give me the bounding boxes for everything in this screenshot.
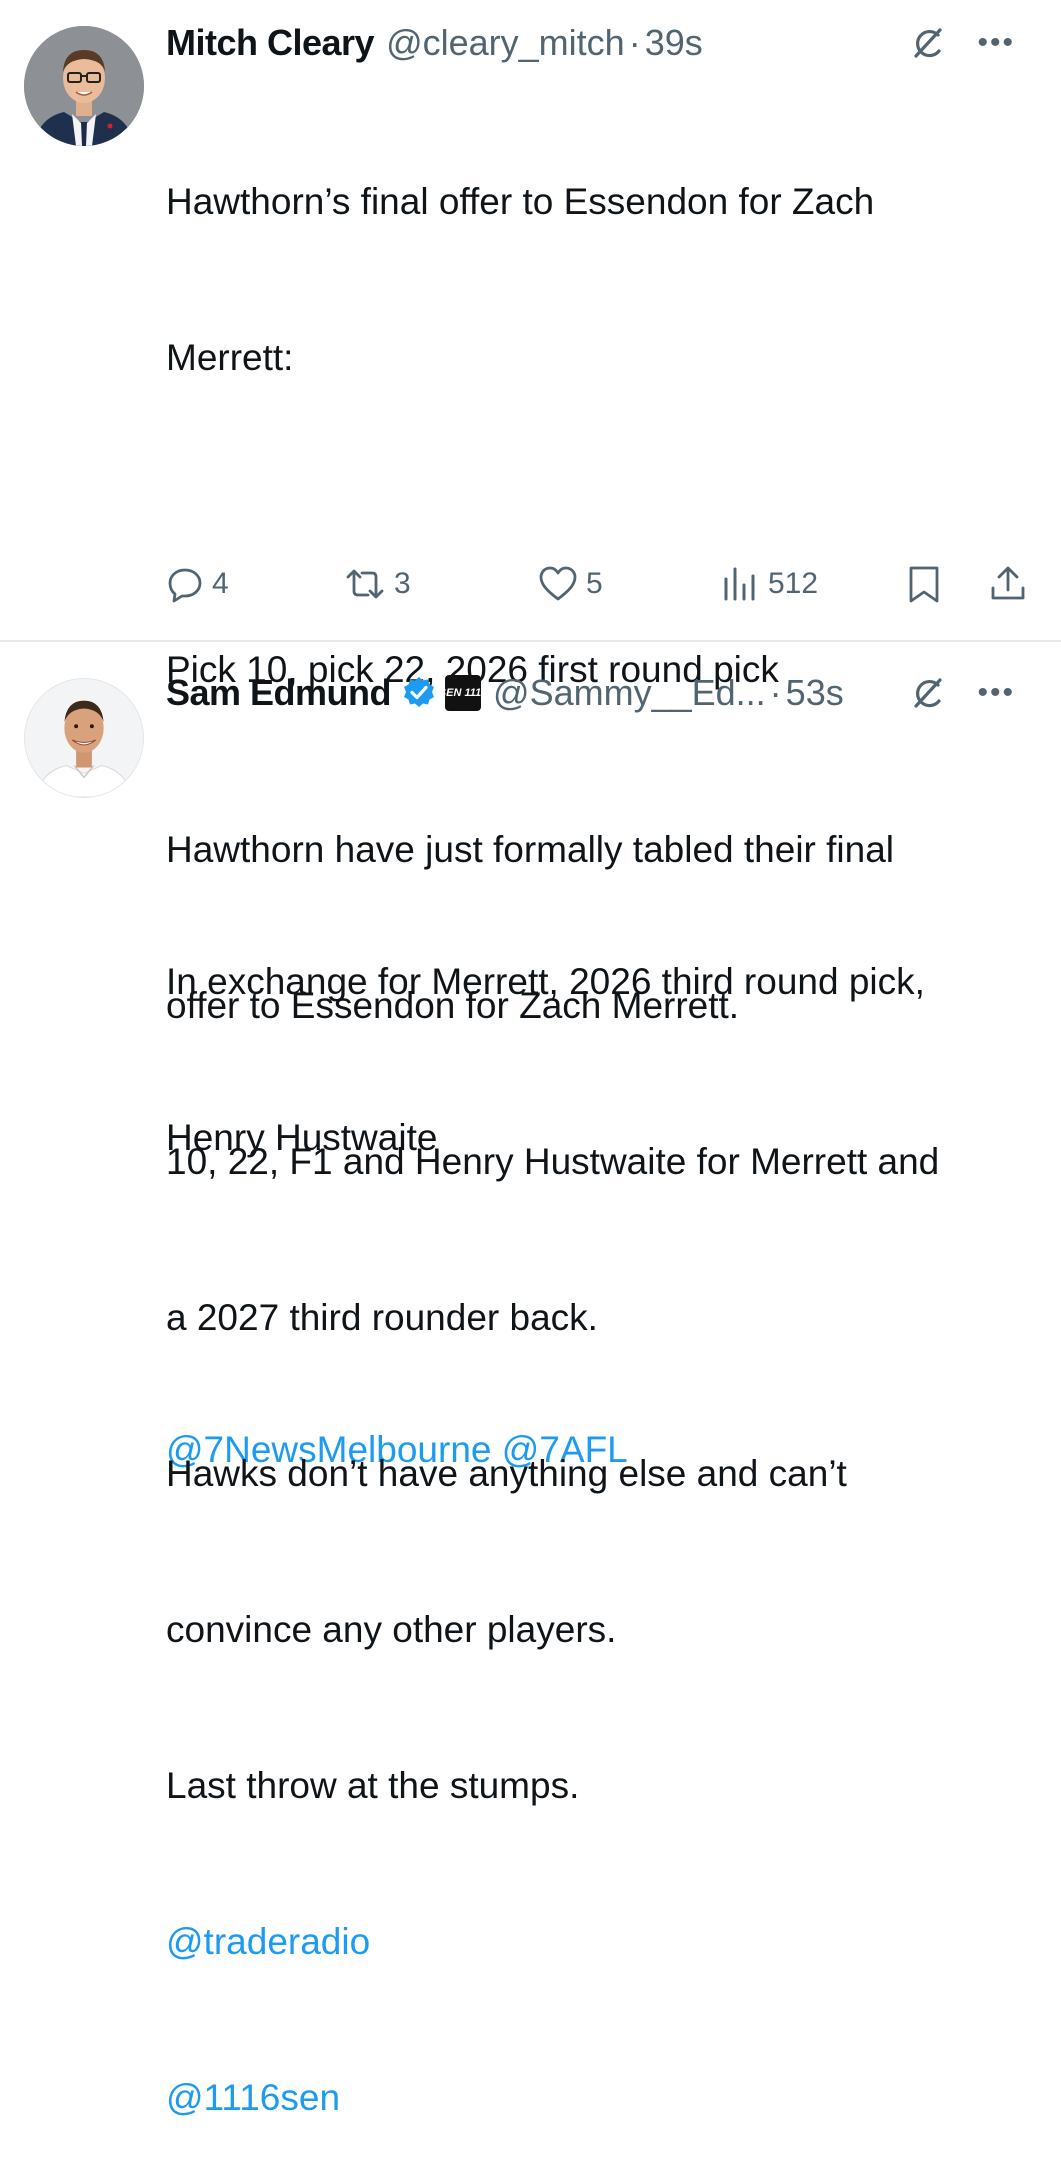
timestamp[interactable]: 53s [786,672,844,714]
author-name[interactable]: Mitch Cleary [166,22,375,64]
tweet-line: convince any other players. [166,1609,617,1650]
mention-link-1116sen[interactable]: @1116sen [166,2072,1031,2124]
repost-icon [346,569,384,599]
separator-dot: · [628,22,641,63]
grok-icon[interactable] [907,673,947,713]
tweet-line: offer to Essendon for Zach Merrett. [166,985,740,1026]
author-name[interactable]: Sam Edmund [166,672,392,714]
views-button[interactable]: 512 [720,558,818,610]
tweet-line: Merrett: [166,337,294,378]
avatar[interactable] [24,26,144,146]
tweet-text: Hawthorn have just formally tabled their… [166,720,1031,2176]
reply-count: 4 [212,567,229,600]
timestamp[interactable]: 39s [645,22,703,64]
share-icon [991,566,1025,600]
more-icon[interactable]: ••• [977,678,1015,708]
verified-badge-icon[interactable] [401,675,437,711]
like-button[interactable]: 5 [538,558,603,610]
bookmark-icon [909,566,939,603]
header-actions: ••• [907,18,1015,68]
tweet-header: Sam Edmund SEN 1116 @Sammy__Ed... · 53s … [166,668,1041,718]
author-handle[interactable]: @cleary_mitch [386,22,625,64]
tweet-line: Hawks don’t have anything else and can’t [166,1453,847,1494]
header-actions: ••• [907,668,1015,718]
more-icon[interactable]: ••• [977,28,1015,58]
like-icon [539,566,577,601]
tweet-line: Last throw at the stumps. [166,1765,580,1806]
tweet-line: a 2027 third rounder back. [166,1297,598,1338]
views-count: 512 [768,567,819,600]
grok-icon[interactable] [907,23,947,63]
author-handle[interactable]: @Sammy__Ed... [493,672,766,714]
affiliation-badge[interactable]: SEN 1116 [439,675,487,711]
repost-count: 3 [394,567,411,600]
avatar[interactable] [24,678,144,798]
share-button[interactable] [988,558,1028,610]
tweet-line: Hawthorn have just formally tabled their… [166,829,895,870]
separator-dot: · [769,672,782,713]
tweet-mitch-cleary[interactable]: Mitch Cleary @cleary_mitch · 39s ••• Haw… [0,0,1061,1470]
like-count: 5 [586,567,603,600]
action-bar: 4 3 5 512 [166,558,1041,610]
repost-button[interactable]: 3 [344,558,411,610]
reply-button[interactable]: 4 [166,558,229,610]
tweet-line-empty [166,488,1031,540]
avatar-image [25,679,143,797]
reply-icon [168,568,202,603]
tweet-line: Hawthorn’s final offer to Essendon for Z… [166,181,875,222]
bookmark-button[interactable] [906,558,942,610]
tweet-line: 10, 22, F1 and Henry Hustwaite for Merre… [166,1141,940,1182]
avatar-image [24,26,144,146]
mention-link-traderadio[interactable]: @traderadio [166,1916,1031,1968]
views-icon [724,567,755,601]
tweet-header: Mitch Cleary @cleary_mitch · 39s ••• [166,18,1041,68]
